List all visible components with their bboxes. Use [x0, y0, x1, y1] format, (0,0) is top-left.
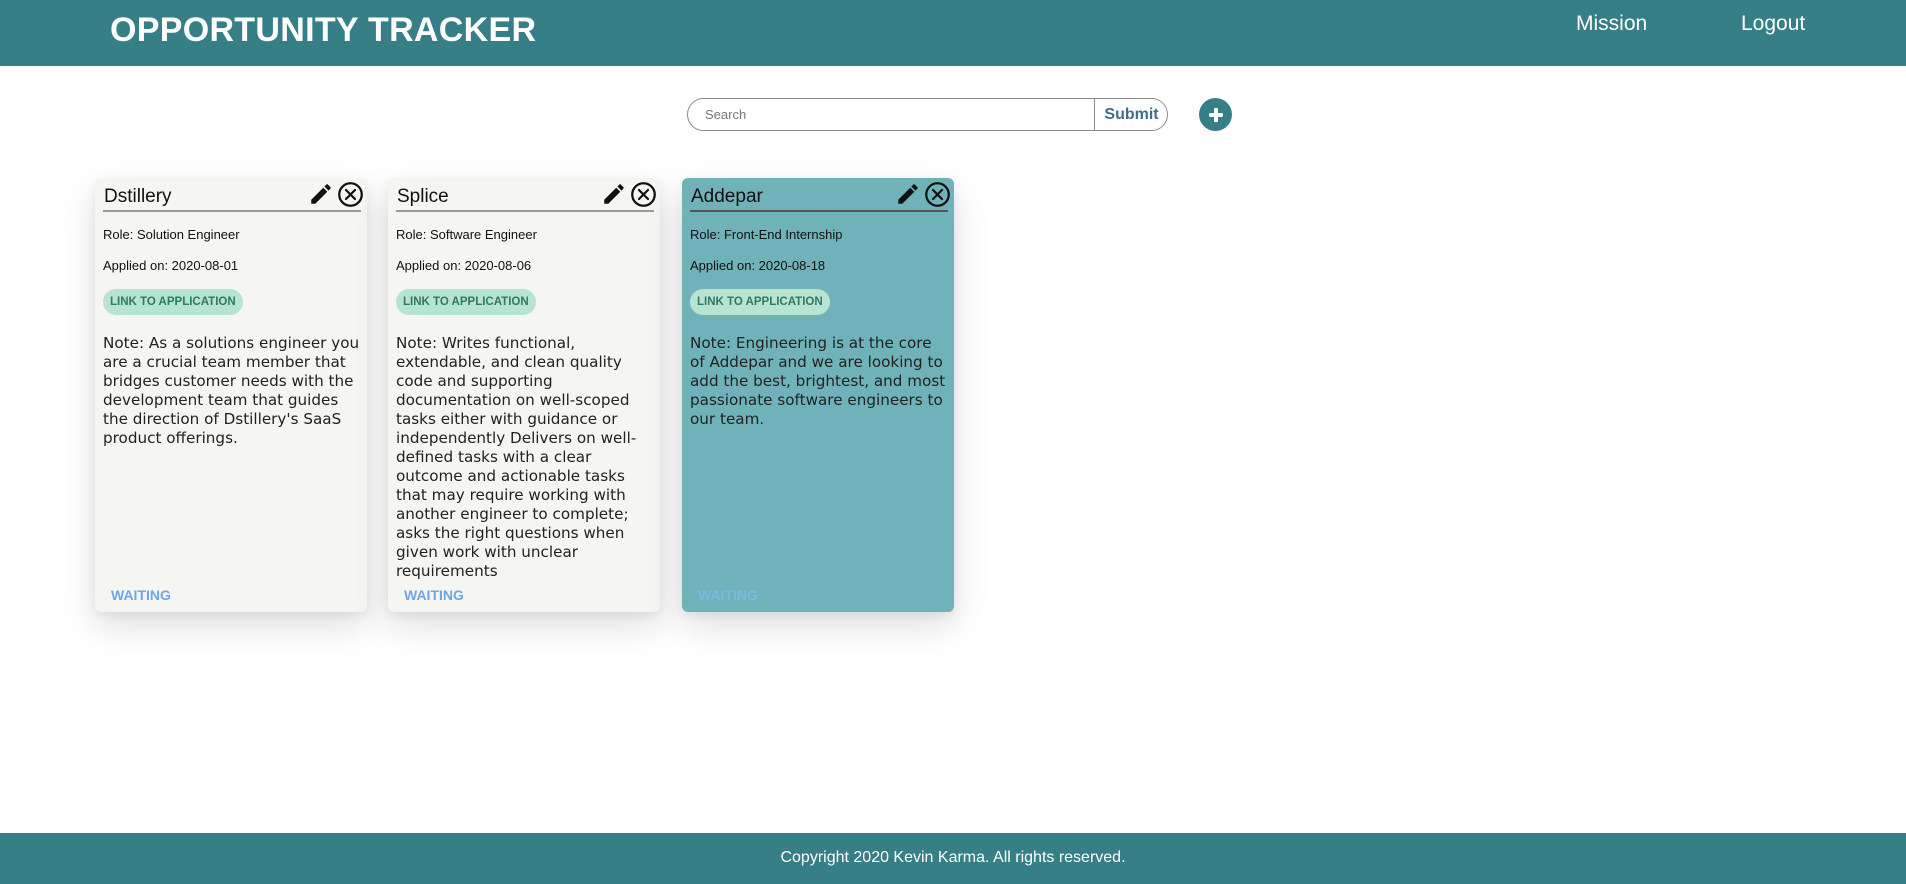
add-opportunity-button[interactable] — [1199, 98, 1232, 131]
card-company: Addepar — [691, 186, 763, 207]
link-to-application-button[interactable]: LINK TO APPLICATION — [103, 289, 243, 315]
card-note: Note: Engineering is at the core of Adde… — [690, 334, 946, 428]
top-navbar: OPPORTUNITY TRACKER Mission Logout — [0, 0, 1906, 66]
copyright-text: Copyright 2020 Kevin Karma. All rights r… — [780, 849, 1126, 866]
link-to-application-button[interactable]: LINK TO APPLICATION — [690, 289, 830, 315]
footer: Copyright 2020 Kevin Karma. All rights r… — [0, 833, 1906, 884]
nav-link-logout[interactable]: Logout — [1741, 12, 1805, 36]
status-badge: WAITING — [111, 587, 171, 603]
card-company: Splice — [397, 186, 449, 207]
opportunity-card-selected[interactable]: Addepar Role: Front-End Internship Appli… — [682, 178, 954, 612]
link-to-application-button[interactable]: LINK TO APPLICATION — [396, 289, 536, 315]
card-role: Role: Software Engineer — [396, 227, 537, 242]
pencil-icon[interactable] — [601, 181, 627, 207]
search-form: Submit — [687, 98, 1168, 131]
status-badge: WAITING — [404, 587, 464, 603]
card-applied-date: Applied on: 2020-08-01 — [103, 258, 239, 273]
opportunity-card[interactable]: Splice Role: Software Engineer Applied o… — [388, 178, 660, 612]
card-note: Note: Writes functional, extendable, and… — [396, 334, 637, 580]
card-role: Role: Solution Engineer — [103, 227, 240, 242]
card-company: Dstillery — [104, 186, 172, 207]
status-badge: WAITING — [698, 587, 758, 603]
card-role: Role: Front-End Internship — [690, 227, 843, 242]
card-applied-date: Applied on: 2020-08-18 — [690, 258, 826, 273]
circle-x-icon[interactable] — [924, 181, 951, 208]
search-input[interactable] — [688, 99, 1094, 130]
card-divider — [690, 210, 948, 212]
card-divider — [396, 210, 654, 212]
pencil-icon[interactable] — [308, 181, 334, 207]
circle-x-icon[interactable] — [337, 181, 364, 208]
card-applied-date: Applied on: 2020-08-06 — [396, 258, 532, 273]
card-note: Note: As a solutions engineer you are a … — [103, 334, 360, 447]
app-title[interactable]: OPPORTUNITY TRACKER — [110, 11, 536, 50]
circle-x-icon[interactable] — [630, 181, 657, 208]
pencil-icon[interactable] — [895, 181, 921, 207]
opportunity-card[interactable]: Dstillery Role: Solution Engineer Applie… — [95, 178, 367, 612]
nav-link-mission[interactable]: Mission — [1576, 12, 1647, 36]
submit-button[interactable]: Submit — [1094, 99, 1167, 130]
plus-icon — [1208, 107, 1223, 122]
card-divider — [103, 210, 361, 212]
